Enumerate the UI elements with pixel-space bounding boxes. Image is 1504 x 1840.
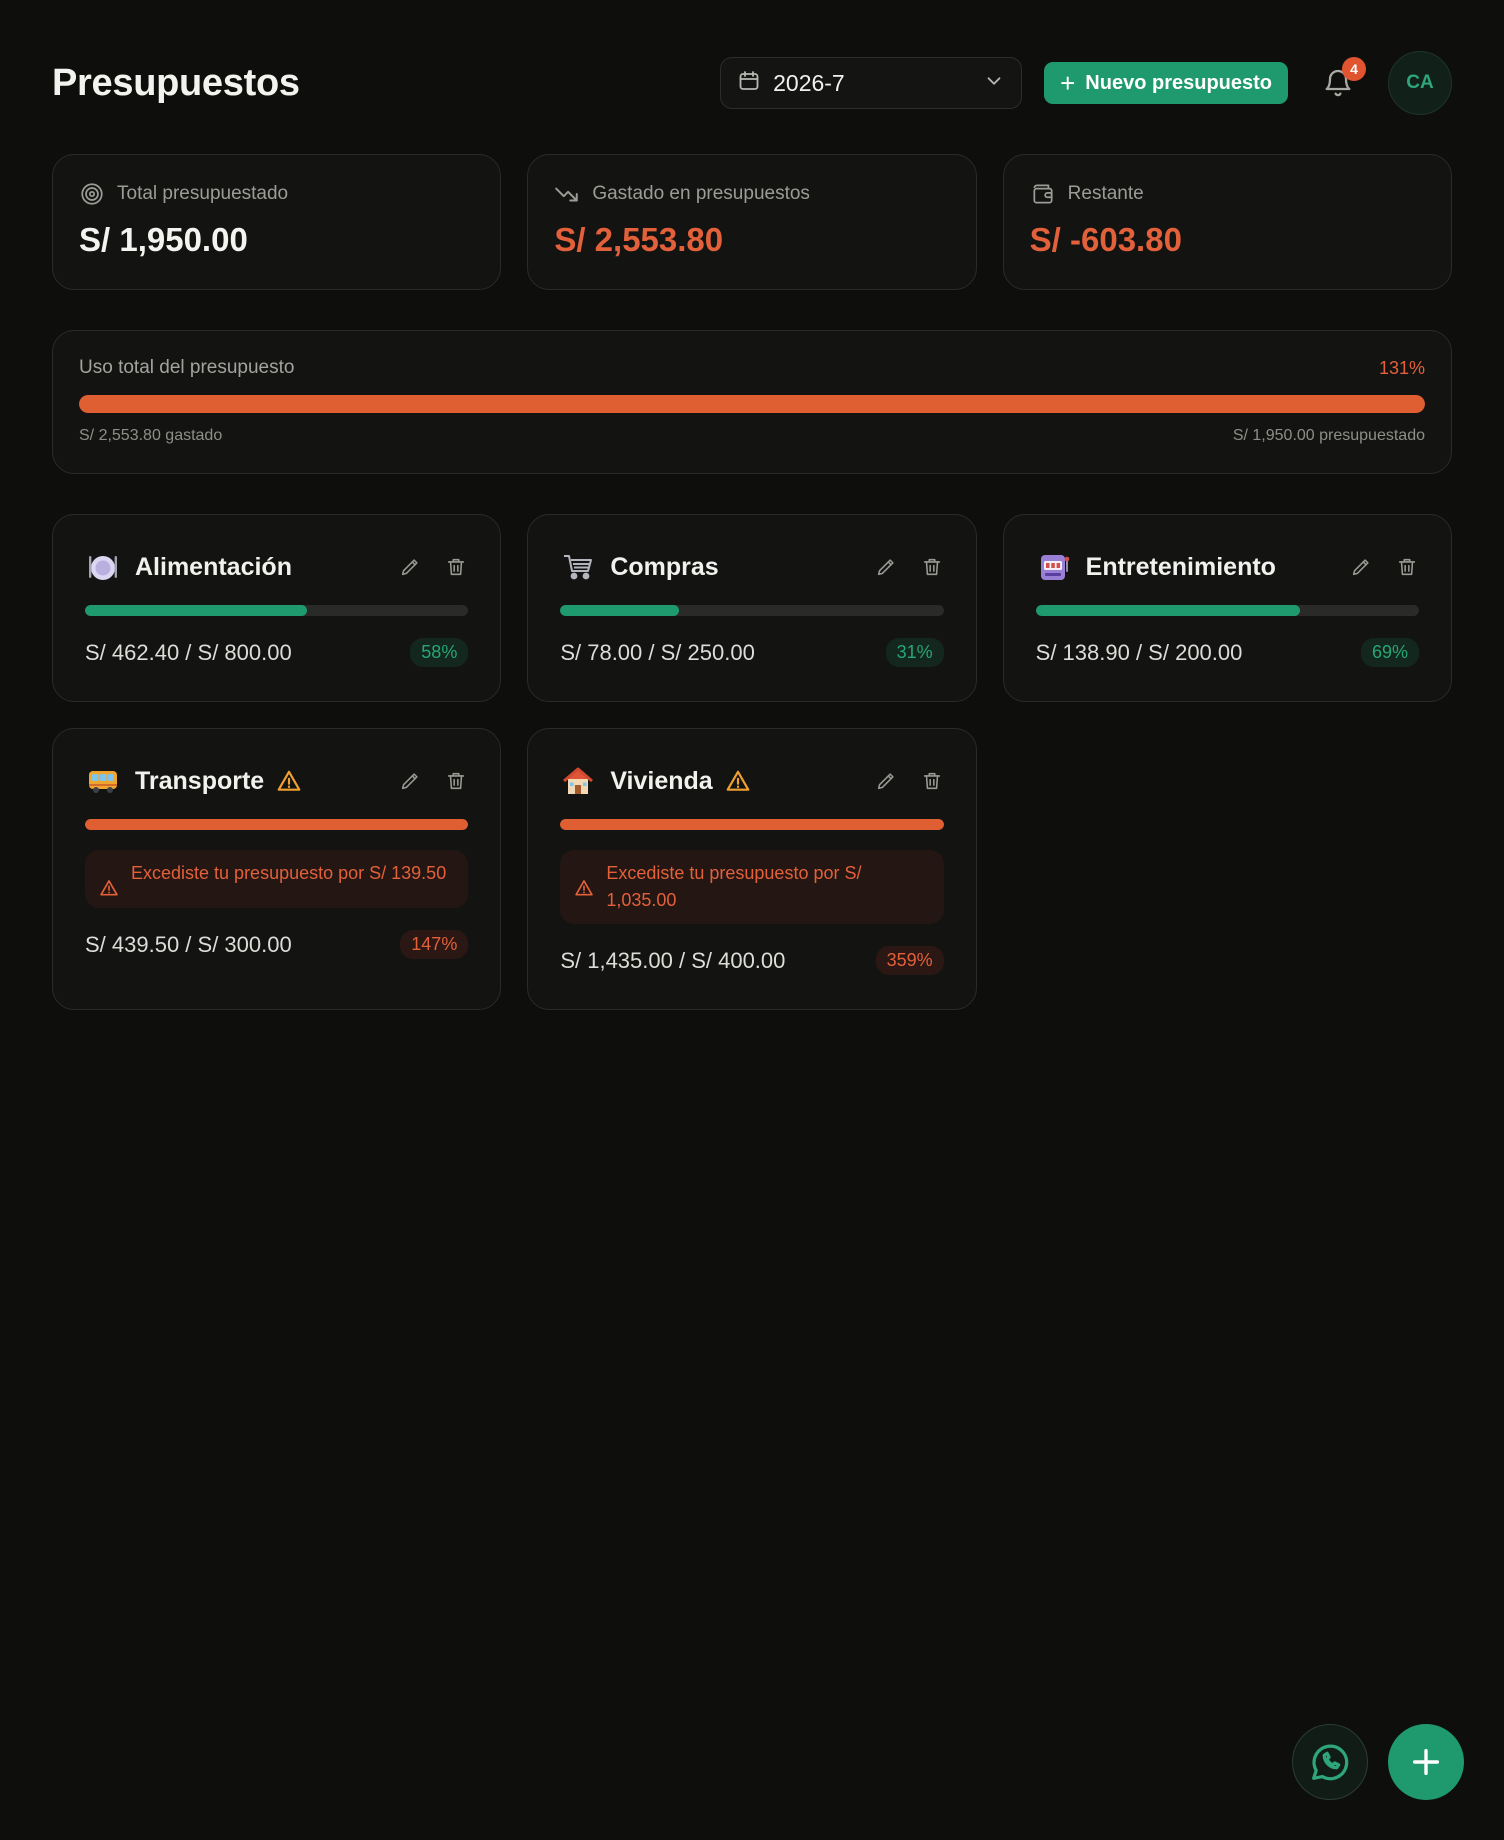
calendar-icon xyxy=(737,69,761,98)
notification-count-badge: 4 xyxy=(1342,57,1366,81)
category-amount: S/ 138.90 / S/ 200.00 xyxy=(1035,639,1243,665)
category-progress-fill xyxy=(560,819,944,830)
alert-warning-icon xyxy=(575,880,594,896)
plate-icon xyxy=(85,549,121,585)
trash-icon[interactable] xyxy=(444,769,468,793)
edit-icon[interactable] xyxy=(1349,555,1373,579)
category-card[interactable]: Alimentación S/ 462.40 / S/ 800.00 58% xyxy=(52,514,502,702)
page-header: Presupuestos 2026-7 + Nuevo presupuesto xyxy=(52,50,1452,116)
category-amount: S/ 462.40 / S/ 800.00 xyxy=(85,639,292,665)
category-progress-bar xyxy=(85,819,469,830)
category-card-header: Entretenimiento xyxy=(1036,545,1419,589)
category-amount: S/ 78.00 / S/ 250.00 xyxy=(560,639,755,665)
user-avatar[interactable]: CA xyxy=(1388,51,1452,115)
category-amount: S/ 439.50 / S/ 300.00 xyxy=(85,931,292,957)
category-progress-fill xyxy=(85,819,469,830)
category-percent-badge: 69% xyxy=(1360,638,1419,667)
plus-icon xyxy=(1412,1748,1440,1776)
bus-icon xyxy=(85,763,121,799)
category-card[interactable]: Entretenimiento S/ 138.90 / S/ 200.00 69% xyxy=(1002,514,1452,702)
category-name: Vivienda xyxy=(610,766,713,795)
month-selector-value: 2026-7 xyxy=(773,69,845,96)
category-percent-badge: 147% xyxy=(400,930,469,959)
cart-icon xyxy=(560,549,596,585)
total-usage-progress-fill xyxy=(79,395,1425,413)
remaining-value: S/ -603.80 xyxy=(1029,221,1182,258)
category-card-header: Transporte xyxy=(85,759,468,803)
total-usage-label: Uso total del presupuesto xyxy=(79,357,295,378)
notifications-button[interactable]: 4 xyxy=(1318,57,1366,103)
edit-icon[interactable] xyxy=(874,555,898,579)
category-card-header: Compras xyxy=(560,545,943,589)
category-progress-fill xyxy=(1035,605,1301,616)
total-budgeted-label: Total presupuestado xyxy=(79,181,474,207)
over-budget-alert: Excediste tu presupuesto por S/ 1,035.00 xyxy=(560,850,944,924)
category-amount: S/ 1,435.00 / S/ 400.00 xyxy=(560,947,786,973)
category-card-header: Vivienda xyxy=(560,759,943,803)
total-budgeted-value: S/ 1,950.00 xyxy=(79,221,248,258)
category-percent-badge: 58% xyxy=(410,638,469,667)
summary-cards: Total presupuestado S/ 1,950.00 Gastado … xyxy=(52,154,1452,290)
over-budget-alert: Excediste tu presupuesto por S/ 139.50 xyxy=(85,850,469,908)
trending-down-icon xyxy=(555,187,579,202)
category-progress-bar xyxy=(85,605,469,616)
edit-icon[interactable] xyxy=(874,769,898,793)
header-actions: 2026-7 + Nuevo presupuesto 4 CA xyxy=(720,51,1452,115)
spent-card: Gastado en presupuestos S/ 2,553.80 xyxy=(527,154,977,290)
total-budget-caption: S/ 1,950.00 presupuestado xyxy=(1232,427,1425,444)
house-icon xyxy=(560,763,596,799)
chevron-down-icon xyxy=(983,70,1005,97)
warning-icon xyxy=(725,768,751,794)
plus-icon: + xyxy=(1060,68,1076,98)
edit-icon[interactable] xyxy=(398,555,422,579)
total-usage-card: Uso total del presupuesto 131% S/ 2,553.… xyxy=(52,330,1452,474)
category-name: Transporte xyxy=(135,766,265,795)
total-spent-caption: S/ 2,553.80 gastado xyxy=(79,427,223,444)
total-usage-percent: 131% xyxy=(1378,357,1425,378)
trash-icon[interactable] xyxy=(920,769,944,793)
new-budget-button-label: Nuevo presupuesto xyxy=(1085,71,1272,94)
wallet-icon xyxy=(1033,184,1053,204)
category-progress-fill xyxy=(560,605,680,616)
month-selector[interactable]: 2026-7 xyxy=(720,57,1023,109)
budgets-page: Presupuestos 2026-7 + Nuevo presupuesto xyxy=(0,0,1504,1840)
category-progress-bar xyxy=(1035,605,1419,616)
category-card[interactable]: Compras S/ 78.00 / S/ 250.00 31% xyxy=(527,514,977,702)
alert-warning-icon xyxy=(100,880,118,896)
whatsapp-button[interactable] xyxy=(1292,1724,1368,1800)
whatsapp-icon xyxy=(1312,1744,1349,1781)
category-percent-badge: 31% xyxy=(885,638,944,667)
category-name: Entretenimiento xyxy=(1085,552,1276,581)
category-name: Alimentación xyxy=(135,552,292,581)
spent-label: Gastado en presupuestos xyxy=(554,181,949,207)
page-title: Presupuestos xyxy=(52,61,300,104)
category-card[interactable]: Vivienda Excediste tu presupuesto por S/ … xyxy=(527,728,977,1010)
category-progress-bar xyxy=(560,605,944,616)
target-icon xyxy=(81,183,103,205)
category-name: Compras xyxy=(610,552,719,581)
category-budget-grid: Alimentación S/ 462.40 / S/ 800.00 58% Comp… xyxy=(52,514,1452,1010)
warning-icon xyxy=(276,768,302,794)
total-budgeted-card: Total presupuestado S/ 1,950.00 xyxy=(52,154,502,290)
slot-machine-icon xyxy=(1036,549,1072,585)
over-budget-alert-text: Excediste tu presupuesto por S/ 1,035.00 xyxy=(606,863,862,910)
category-card-header: Alimentación xyxy=(85,545,468,589)
trash-icon[interactable] xyxy=(1395,555,1419,579)
category-percent-badge: 359% xyxy=(875,946,944,975)
edit-icon[interactable] xyxy=(398,769,422,793)
add-fab-button[interactable] xyxy=(1388,1724,1464,1800)
remaining-label: Restante xyxy=(1030,181,1425,207)
remaining-card: Restante S/ -603.80 xyxy=(1002,154,1452,290)
avatar-initials: CA xyxy=(1406,72,1434,93)
spent-value: S/ 2,553.80 xyxy=(554,221,724,258)
category-progress-bar xyxy=(560,819,944,830)
category-progress-fill xyxy=(85,605,308,616)
over-budget-alert-text: Excediste tu presupuesto por S/ 139.50 xyxy=(131,863,447,883)
trash-icon[interactable] xyxy=(444,555,468,579)
category-card[interactable]: Transporte Excediste tu presupuesto por S… xyxy=(52,728,502,1010)
trash-icon[interactable] xyxy=(920,555,944,579)
total-usage-progress-bar xyxy=(79,395,1425,413)
new-budget-button[interactable]: + Nuevo presupuesto xyxy=(1044,62,1288,104)
